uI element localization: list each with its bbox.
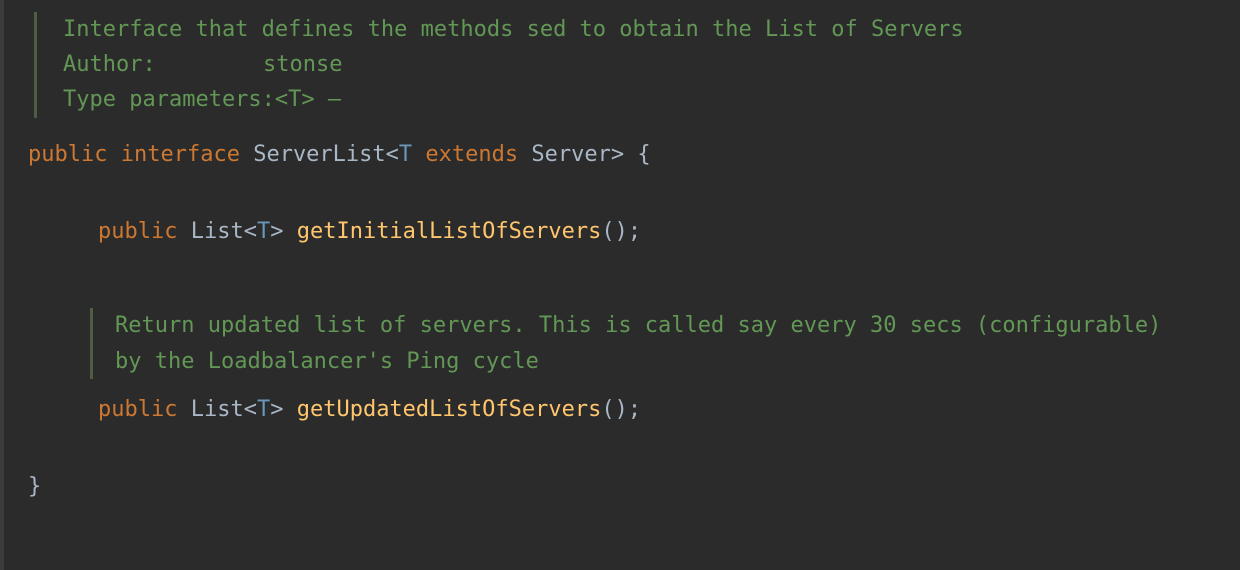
- generic-t: T: [257, 397, 270, 422]
- type-list: List: [191, 219, 244, 244]
- keyword-public: public: [98, 397, 177, 422]
- keyword-interface: interface: [121, 142, 240, 167]
- blank-line: [28, 173, 1240, 213]
- javadoc-typeparams-row: Type parameters: <T> –: [63, 82, 1240, 117]
- blank-line: [28, 250, 1240, 290]
- code-editor[interactable]: Interface that defines the methods sed t…: [0, 0, 1240, 506]
- angle-close: >: [611, 142, 624, 167]
- generic-t: T: [257, 219, 270, 244]
- closing-brace[interactable]: }: [28, 468, 1240, 505]
- javadoc-description: Interface that defines the methods sed t…: [63, 12, 1240, 47]
- generic-t: T: [399, 142, 412, 167]
- javadoc-typeparams-label: Type parameters:: [63, 82, 275, 117]
- keyword-public: public: [28, 142, 107, 167]
- angle-open: <: [244, 397, 257, 422]
- brace-close: }: [28, 474, 41, 499]
- angle-close: >: [270, 397, 283, 422]
- gutter-stripe: [0, 0, 4, 570]
- javadoc-author-value: stonse: [263, 47, 342, 82]
- javadoc-typeparams-value: <T> –: [275, 82, 341, 117]
- blank-line: [28, 428, 1240, 468]
- method1-declaration[interactable]: public List<T> getInitialListOfServers()…: [28, 213, 1240, 250]
- type-server: Server: [531, 142, 610, 167]
- method-javadoc: Return updated list of servers. This is …: [90, 308, 1190, 378]
- type-serverlist: ServerList: [253, 142, 385, 167]
- javadoc-author-label: Author:: [63, 47, 263, 82]
- type-list: List: [191, 397, 244, 422]
- angle-close: >: [270, 219, 283, 244]
- keyword-extends: extends: [425, 142, 518, 167]
- method-getupdated: getUpdatedListOfServers: [297, 397, 602, 422]
- angle-open: <: [244, 219, 257, 244]
- keyword-public: public: [98, 219, 177, 244]
- parens-semi: ();: [601, 219, 641, 244]
- class-javadoc: Interface that defines the methods sed t…: [34, 12, 1240, 118]
- brace-open: {: [624, 142, 651, 167]
- method-getinitial: getInitialListOfServers: [297, 219, 602, 244]
- parens-semi: ();: [601, 397, 641, 422]
- method-javadoc-text: Return updated list of servers. This is …: [115, 313, 1161, 373]
- interface-declaration[interactable]: public interface ServerList<T extends Se…: [28, 136, 1240, 173]
- angle-open: <: [386, 142, 399, 167]
- method2-declaration[interactable]: public List<T> getUpdatedListOfServers()…: [28, 391, 1240, 428]
- javadoc-author-row: Author: stonse: [63, 47, 1240, 82]
